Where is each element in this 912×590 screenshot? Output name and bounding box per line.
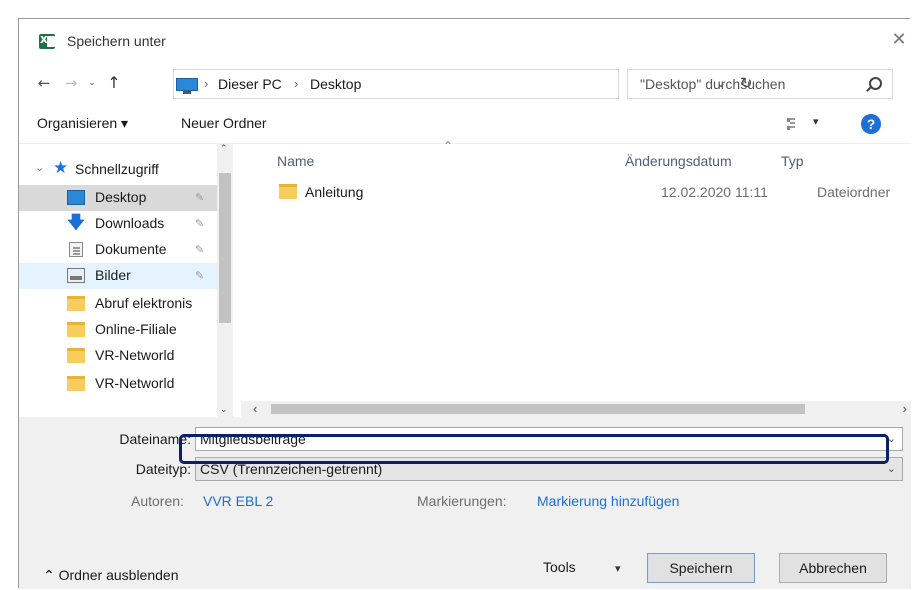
sidebar-item-folder[interactable]: Abruf elektronis (19, 291, 217, 317)
sort-ascending-icon: ⌃ (443, 139, 454, 153)
excel-icon (39, 32, 55, 49)
cancel-button[interactable]: Abbrechen (779, 553, 887, 583)
search-input[interactable]: "Desktop" durchsuchen (627, 69, 893, 99)
column-header-type[interactable]: Typ (781, 153, 804, 169)
file-date: 12.02.2020 11:11 (661, 184, 768, 200)
navigation-bar: ← → ⌄ ↑ › Dieser PC › Desktop ⌄ ↻ "Deskt… (19, 69, 911, 99)
back-arrow-icon[interactable]: ← (33, 72, 55, 94)
help-icon[interactable]: ? (861, 114, 881, 134)
pin-icon[interactable]: ✎ (195, 217, 204, 230)
sidebar-item-quick-access[interactable]: ⌄ ★ Schnellzugriff (19, 157, 217, 183)
sidebar-section-label: Schnellzugriff (75, 161, 159, 177)
sidebar-item-label: VR-Networld (95, 375, 175, 391)
scroll-right-icon[interactable]: › (903, 401, 907, 416)
title-bar: Speichern unter ✕ (19, 19, 911, 61)
chevron-down-icon[interactable]: ⌄ (887, 462, 896, 475)
filetype-label: Dateityp: (135, 461, 191, 477)
sidebar-item-label: Downloads (95, 215, 165, 231)
chevron-down-icon[interactable]: ⌄ (35, 161, 44, 174)
tags-label: Markierungen: (417, 493, 507, 509)
folder-icon (67, 348, 85, 363)
table-row[interactable]: Anleitung 12.02.2020 11:11 Dateiordner (277, 181, 912, 205)
breadcrumb-desktop[interactable]: Desktop (310, 76, 361, 92)
organize-menu-button[interactable]: Organisieren ▾ (37, 115, 128, 132)
up-arrow-icon[interactable]: ↑ (105, 72, 123, 94)
address-bar[interactable]: › Dieser PC › Desktop ⌄ ↻ (173, 69, 753, 99)
tools-menu-button[interactable]: Tools (543, 559, 576, 575)
close-icon[interactable]: ✕ (887, 29, 911, 51)
pin-icon[interactable]: ✎ (195, 269, 204, 282)
search-placeholder: "Desktop" durchsuchen (640, 76, 786, 92)
document-icon (69, 242, 83, 257)
scrollbar-thumb[interactable] (219, 173, 231, 323)
folder-icon (67, 322, 85, 337)
scroll-left-icon[interactable]: ‹ (253, 401, 257, 416)
sidebar-item-desktop[interactable]: Desktop ✎ (19, 185, 217, 211)
sidebar-item-folder[interactable]: Online-Filiale (19, 317, 217, 343)
recent-locations-chevron-icon[interactable]: ⌄ (85, 72, 99, 94)
sidebar-item-label: Online-Filiale (95, 321, 177, 337)
folder-icon (67, 376, 85, 391)
folder-icon (67, 296, 85, 311)
new-folder-button[interactable]: Neuer Ordner (181, 115, 267, 131)
horizontal-scrollbar[interactable]: ‹ › (241, 401, 911, 417)
pin-icon[interactable]: ✎ (195, 243, 204, 256)
folder-icon (279, 184, 297, 199)
scroll-up-icon[interactable]: ⌃ (220, 143, 228, 154)
file-name: Anleitung (305, 184, 364, 200)
sidebar-item-folder[interactable]: VR-Networld (19, 371, 217, 397)
file-list: Name ⌃ Änderungsdatum Typ Anleitung 12.0… (241, 139, 912, 401)
sidebar-item-label: Bilder (95, 267, 131, 283)
sidebar-item-documents[interactable]: Dokumente ✎ (19, 237, 217, 263)
sidebar-item-label: Desktop (95, 189, 147, 205)
pc-icon (176, 78, 198, 94)
filename-label: Dateiname: (119, 431, 191, 447)
scroll-down-icon[interactable]: ⌄ (220, 404, 228, 415)
desktop-icon (67, 190, 85, 205)
add-tag-link[interactable]: Markierung hinzufügen (537, 493, 679, 509)
save-button[interactable]: Speichern (647, 553, 755, 583)
window-title: Speichern unter (67, 33, 166, 49)
star-icon: ★ (53, 158, 69, 177)
navigation-scrollbar[interactable]: ⌃ ⌄ (217, 143, 233, 417)
sidebar-item-pictures[interactable]: Bilder ✎ (19, 263, 217, 289)
download-icon: 🡇 (67, 213, 85, 233)
file-type: Dateiordner (817, 184, 891, 200)
authors-link[interactable]: VVR EBL 2 (203, 493, 273, 509)
pictures-icon (67, 268, 85, 283)
sidebar-item-downloads[interactable]: 🡇 Downloads ✎ (19, 211, 217, 237)
save-as-dialog: Speichern unter ✕ ← → ⌄ ↑ › Dieser PC › … (18, 18, 912, 589)
hide-folders-toggle[interactable]: ⌃ Ordner ausblenden (43, 567, 178, 584)
view-options-icon[interactable] (787, 118, 801, 130)
authors-label: Autoren: (131, 493, 184, 509)
view-dropdown-icon[interactable]: ▾ (813, 115, 819, 128)
search-icon (869, 77, 882, 90)
column-header-name[interactable]: Name (277, 153, 314, 169)
highlight-annotation (179, 434, 889, 464)
sidebar-item-folder[interactable]: VR-Networld (19, 343, 217, 369)
command-toolbar: Organisieren ▾ Neuer Ordner ▾ ? (19, 111, 911, 139)
breadcrumb-this-pc[interactable]: Dieser PC (218, 76, 282, 92)
sidebar-item-label: VR-Networld (95, 347, 175, 363)
sidebar-item-label: Dokumente (95, 241, 167, 257)
scrollbar-thumb[interactable] (271, 404, 805, 414)
breadcrumb-separator: › (204, 76, 209, 91)
forward-arrow-icon[interactable]: → (61, 72, 81, 94)
breadcrumb-separator: › (294, 76, 299, 91)
sidebar-item-label: Abruf elektronis (95, 295, 193, 311)
tools-dropdown-icon[interactable]: ▾ (615, 562, 621, 575)
pin-icon[interactable]: ✎ (195, 191, 204, 204)
column-header-date[interactable]: Änderungsdatum (625, 153, 732, 169)
navigation-pane: ⌄ ★ Schnellzugriff Desktop ✎ 🡇 Downloads… (19, 143, 233, 417)
